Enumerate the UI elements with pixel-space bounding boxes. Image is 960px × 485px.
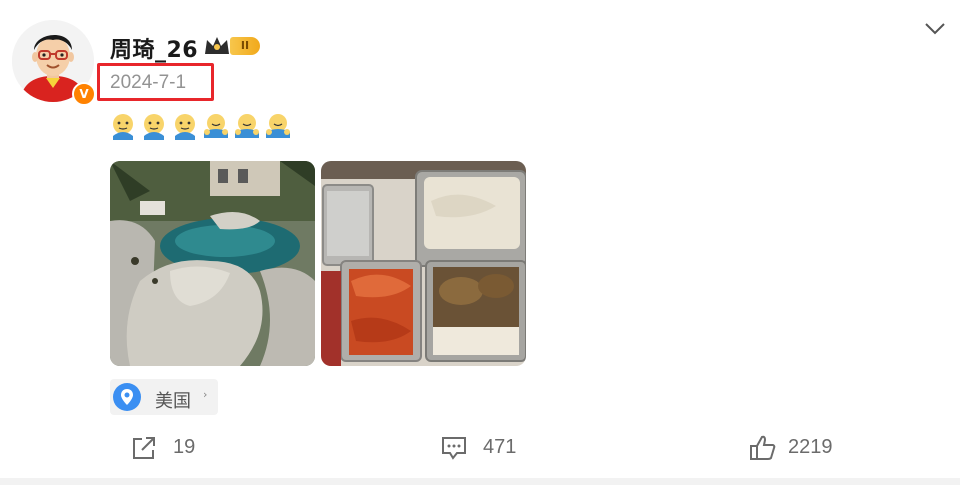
doge-face-icon [113, 114, 133, 140]
doge-face-icon [144, 114, 164, 140]
like-button[interactable]: 2219 [748, 430, 858, 464]
hug-face-icon [204, 114, 228, 138]
post-date[interactable]: 2024-7-1 [110, 72, 186, 94]
thumbs-up-icon [750, 435, 776, 460]
location-arrow-icon: › [203, 388, 208, 401]
food-image [321, 161, 526, 366]
hug-face-icon [266, 114, 290, 138]
pool-image [110, 161, 315, 366]
comment-icon [442, 437, 466, 460]
emoji-row [110, 112, 291, 140]
repost-icon [133, 437, 155, 459]
chevron-down-icon[interactable] [922, 18, 948, 38]
repost-count: 19 [173, 436, 196, 458]
vip-level: II [230, 37, 260, 55]
crown-icon [205, 37, 229, 54]
like-count: 2219 [788, 436, 833, 458]
divider-bar [0, 478, 960, 485]
location-tag[interactable]: 美国 › [110, 379, 218, 415]
hug-face-icon [235, 114, 259, 138]
food-photo[interactable] [321, 161, 526, 366]
comment-count: 471 [483, 436, 517, 458]
verified-badge: V [72, 82, 96, 106]
username[interactable]: 周琦_26 [110, 32, 198, 64]
vip-badge[interactable]: II [202, 34, 262, 58]
location-label: 美国 [155, 391, 191, 412]
comment-button[interactable]: 471 [440, 430, 540, 464]
pool-photo[interactable] [110, 161, 315, 366]
weibo-post-card: V 周琦_26 II 2024-7-1 美国 › 19 471 2219 [0, 0, 960, 485]
location-pin-icon [113, 383, 141, 411]
doge-face-icon [175, 114, 195, 140]
repost-button[interactable]: 19 [130, 430, 230, 464]
